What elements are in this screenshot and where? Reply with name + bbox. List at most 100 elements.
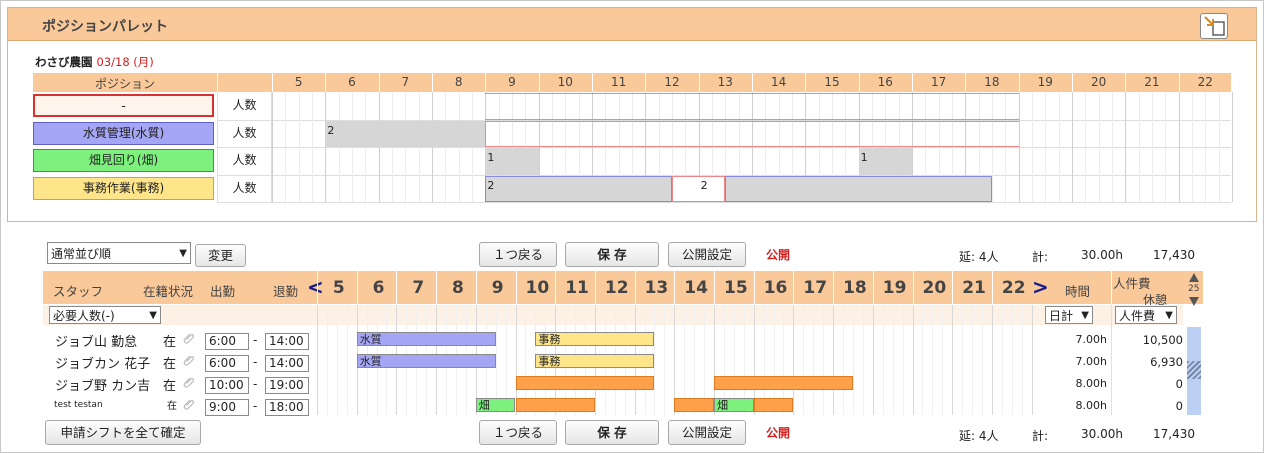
palette-empty-range <box>485 120 1019 147</box>
schedule-hour-label: 19 <box>882 278 907 298</box>
save-button[interactable]: 保 存 <box>565 242 659 267</box>
palette-hour-divider <box>751 73 753 92</box>
schedule-hour-divider <box>991 271 993 304</box>
start-time-input[interactable]: 9:00 <box>205 399 249 416</box>
time-dash: - <box>253 333 258 347</box>
shift-bar[interactable]: 水質 <box>356 332 496 346</box>
schedule-grid-line <box>833 305 835 415</box>
col-status: 在籍状況 <box>143 284 194 299</box>
palette-grid-line <box>458 92 460 202</box>
undo-button[interactable]: １つ戻る <box>479 242 557 267</box>
schedule-grid-line <box>803 305 805 415</box>
scroll-up-arrow[interactable] <box>1189 273 1199 282</box>
position-0[interactable]: - <box>33 94 214 117</box>
palette-hour-divider <box>325 73 327 92</box>
shift-bar[interactable] <box>753 398 794 412</box>
schedule-hour-divider <box>634 271 636 304</box>
schedule-grid-line <box>813 305 815 415</box>
schedule-grid-line <box>346 305 348 415</box>
palette-hour-label: 17 <box>930 75 947 89</box>
collapse-icon[interactable] <box>1200 13 1228 39</box>
palette-hour-divider <box>965 73 967 92</box>
count-label: 人数 <box>217 92 272 120</box>
schedule-grid-line <box>852 305 854 415</box>
palette-grid-line <box>1178 92 1180 202</box>
end-time-input[interactable]: 14:00 <box>265 333 309 350</box>
palette-hour-label: 7 <box>401 75 410 89</box>
paperclip-icon[interactable] <box>181 330 195 344</box>
publish-settings-button[interactable]: 公開設定 <box>668 242 746 267</box>
palette-empty-range <box>485 93 1019 120</box>
palette-hour-divider <box>431 73 433 92</box>
chevron-down-icon: ▼ <box>179 247 187 259</box>
farm-name: わさび農園 <box>35 55 93 69</box>
palette-hour-label: 19 <box>1037 75 1053 89</box>
staff-hours: 7.00h <box>1075 355 1107 368</box>
schedule-hour-divider <box>396 271 398 304</box>
palette-grid-line <box>1111 92 1113 202</box>
scrollbar-thumb[interactable] <box>1187 361 1201 379</box>
position-2[interactable]: 畑見回り(畑) <box>33 149 214 172</box>
palette-grid-line <box>365 92 367 202</box>
scrollbar-track[interactable] <box>1187 327 1201 415</box>
palette-count-value: 2 <box>700 178 708 192</box>
shift-bar[interactable] <box>674 398 714 412</box>
start-time-input[interactable]: 6:00 <box>205 355 249 372</box>
paperclip-icon[interactable] <box>181 374 195 388</box>
end-time-input[interactable]: 18:00 <box>265 399 309 416</box>
palette-count-block <box>485 175 672 202</box>
shift-bar[interactable]: 畑 <box>475 398 516 412</box>
shift-bar[interactable] <box>515 376 655 390</box>
palette-count-block <box>325 120 486 147</box>
schedule-hour-label: 16 <box>763 278 788 298</box>
save-button-bottom[interactable]: 保 存 <box>565 420 659 445</box>
shift-bar[interactable] <box>714 376 853 390</box>
palette-grid-line <box>1205 92 1207 202</box>
schedule-hour-divider <box>912 271 914 304</box>
end-time-input[interactable]: 14:00 <box>265 355 309 372</box>
palette-count-value: 2 <box>487 178 495 192</box>
schedule-hour-label: 7 <box>412 278 425 298</box>
change-button[interactable]: 変更 <box>195 244 246 267</box>
start-time-input[interactable]: 6:00 <box>205 333 249 350</box>
count-label: 人数 <box>217 119 272 147</box>
palette-count-value: 2 <box>327 123 335 137</box>
staff-cost: 6,930 <box>1150 355 1183 369</box>
schedule-grid-line <box>843 305 845 415</box>
schedule-hour-divider <box>952 271 954 304</box>
next-hours-arrow[interactable]: > <box>1032 275 1049 299</box>
palette-grid-line <box>1085 92 1087 202</box>
schedule-hour-divider <box>833 271 835 304</box>
chevron-down-icon: ▼ <box>149 309 157 321</box>
palette-grid-line <box>1098 92 1100 202</box>
publish-settings-button-bottom[interactable]: 公開設定 <box>668 420 746 445</box>
shift-bar[interactable]: 事務 <box>535 354 655 368</box>
staff-cost: 0 <box>1175 399 1183 413</box>
start-time-input[interactable]: 10:00 <box>205 377 249 394</box>
palette-hour-divider <box>485 73 487 92</box>
confirm-all-shifts-button[interactable]: 申請シフトを全て確定 <box>45 420 201 445</box>
shift-bar[interactable]: 畑 <box>714 398 754 412</box>
undo-button-bottom[interactable]: １つ戻る <box>479 420 557 445</box>
shift-bar[interactable] <box>515 398 595 412</box>
position-3[interactable]: 事務作業(事務) <box>33 176 214 200</box>
daily-select[interactable]: 日計 ▼ <box>1045 306 1093 324</box>
end-time-input[interactable]: 19:00 <box>265 377 309 394</box>
schedule-grid-line <box>336 305 338 415</box>
daily-value: 日計 <box>1049 308 1074 323</box>
palette-hour-label: 10 <box>557 75 573 89</box>
paperclip-icon[interactable] <box>181 352 195 366</box>
sort-select[interactable]: 通常並び順 ▼ <box>47 242 191 264</box>
cost-column-divider <box>1111 305 1112 415</box>
shift-bar[interactable]: 事務 <box>535 332 655 346</box>
col-in: 出勤 <box>210 284 236 299</box>
required-people-select[interactable]: 必要人数(-) ▼ <box>49 306 161 324</box>
scroll-down-arrow[interactable] <box>1189 297 1199 306</box>
palette-hour-divider <box>1018 73 1020 92</box>
position-1[interactable]: 水質管理(水質) <box>33 121 214 145</box>
palette-grid-line <box>351 92 353 202</box>
staff-name: ジョブ野 カン吉 <box>55 379 151 394</box>
shift-bar[interactable]: 水質 <box>356 354 496 368</box>
cost-select[interactable]: 人件費 ▼ <box>1115 306 1177 324</box>
paperclip-icon[interactable] <box>181 396 195 410</box>
